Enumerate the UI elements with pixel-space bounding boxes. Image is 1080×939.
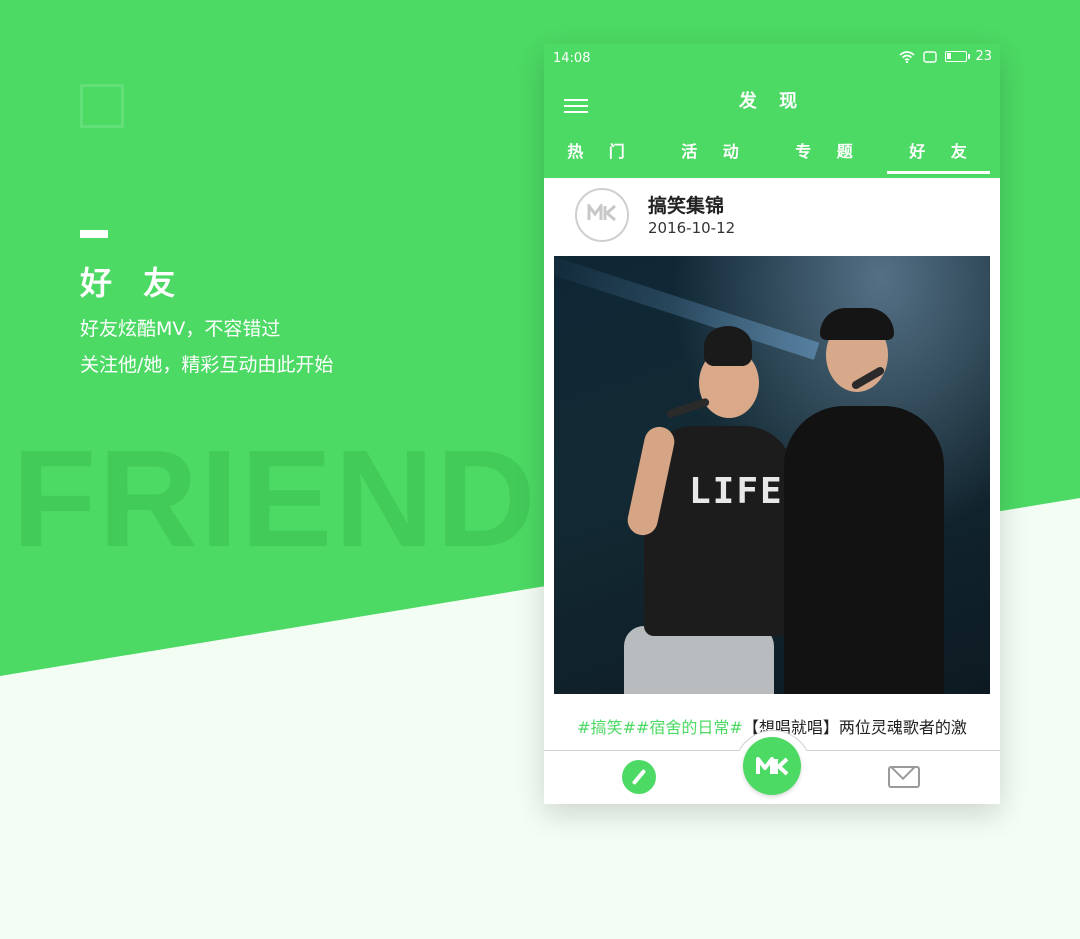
post-author[interactable]: 搞笑集锦 [648,191,724,218]
avatar[interactable] [575,188,629,242]
singer-left-legs [624,626,774,694]
compass-icon[interactable] [622,760,656,794]
battery-percent: 23 [975,49,992,64]
tab-bar: 热 门 活 动 专 题 好 友 [544,134,1000,178]
phone-screen: 14:08 23 发 现 热 门 活 动 专 题 好 友 搞笑集锦 2016-1… [544,44,1000,804]
center-mv-button[interactable] [743,737,801,795]
page-title: 发 现 [738,91,806,112]
microphone-left [665,397,711,419]
app-header: 14:08 23 发 现 热 门 活 动 专 题 好 友 [544,44,1000,178]
post-date: 2016-10-12 [648,219,736,237]
tab-topics[interactable]: 专 题 [772,134,886,178]
battery-icon [945,51,971,62]
post-hashtags[interactable]: #搞笑##宿舍的日常# [577,718,743,737]
status-icons: 23 [899,49,992,64]
tab-hot[interactable]: 热 门 [544,134,658,178]
mail-icon[interactable] [888,766,920,788]
shirt-text: LIFE [689,471,784,512]
decorative-square [80,84,124,128]
tab-events[interactable]: 活 动 [658,134,772,178]
hero-description-line-1: 好友炫酷MV，不容错过 [80,318,281,340]
sim-card-icon [923,50,938,63]
hero-title: 好 友 [80,264,186,302]
post-image[interactable]: LIFE [554,256,990,694]
decorative-bar [80,230,108,238]
mv-logo-icon [756,757,789,776]
wifi-icon [899,50,915,63]
singer-right-hair [820,308,894,340]
status-time: 14:08 [553,51,591,66]
hero-description-line-2: 关注他/她，精彩互动由此开始 [80,354,334,376]
singer-right-body [784,406,944,694]
watermark-text: FRIEND [12,422,538,576]
mv-logo-icon [587,204,616,222]
singer-left-hair [704,326,752,366]
tab-friends[interactable]: 好 友 [886,134,1000,178]
stage-light [554,256,820,360]
post-header: 搞笑集锦 2016-10-12 [544,178,1000,256]
